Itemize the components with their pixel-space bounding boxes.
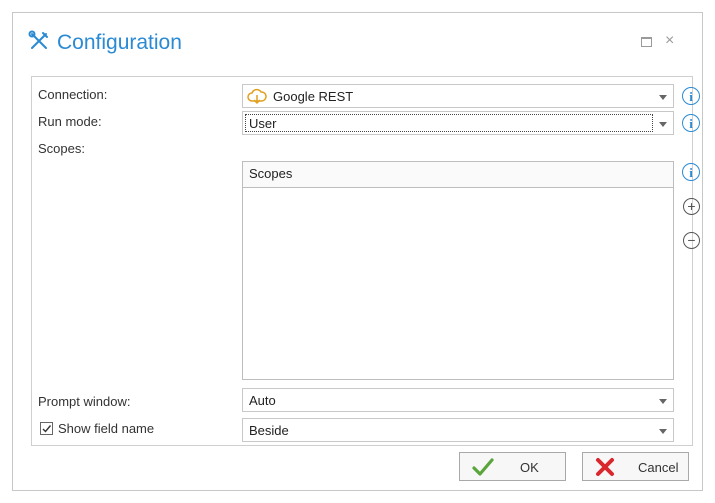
run-mode-value: User <box>249 116 277 131</box>
remove-scope-button[interactable]: − <box>683 232 700 249</box>
check-icon <box>472 458 494 476</box>
minus-icon: − <box>687 232 696 248</box>
scopes-label: Scopes: <box>38 141 85 156</box>
connection-value: Google REST <box>273 89 354 104</box>
scopes-column-header[interactable]: Scopes <box>243 162 673 188</box>
title-bar: Configuration × <box>13 13 702 69</box>
dialog-title: Configuration <box>57 31 182 54</box>
scopes-list[interactable]: Scopes <box>242 161 674 380</box>
tools-icon <box>28 30 48 49</box>
close-icon: × <box>665 32 675 49</box>
cancel-button[interactable]: Cancel <box>582 452 689 481</box>
show-field-name-label: Show field name <box>58 421 155 436</box>
connection-dropdown[interactable]: Google REST <box>242 84 674 108</box>
run-mode-label: Run mode: <box>38 114 102 129</box>
connection-info-icon[interactable]: i <box>682 87 700 105</box>
ok-button[interactable]: OK <box>459 452 566 481</box>
run-mode-info-icon[interactable]: i <box>682 114 700 132</box>
prompt-window-dropdown[interactable]: Auto <box>242 388 674 412</box>
chevron-down-icon <box>659 429 667 434</box>
plus-icon: + <box>687 198 696 214</box>
run-mode-dropdown[interactable]: User <box>242 111 674 135</box>
ok-label: OK <box>520 460 539 475</box>
maximize-icon <box>641 37 652 47</box>
cancel-label: Cancel <box>638 460 679 475</box>
chevron-down-icon <box>659 95 667 100</box>
chevron-down-icon <box>659 122 667 127</box>
show-field-name-checkbox[interactable] <box>40 422 53 435</box>
add-scope-button[interactable]: + <box>683 198 700 215</box>
checkmark-icon <box>42 425 52 433</box>
close-button[interactable]: × <box>665 32 677 49</box>
focus-outline <box>243 112 655 134</box>
cancel-x-icon <box>596 458 614 476</box>
scopes-info-icon[interactable]: i <box>682 163 700 181</box>
prompt-window-value: Auto <box>249 393 276 408</box>
prompt-window-label: Prompt window: <box>38 394 131 409</box>
show-field-name-value: Beside <box>249 423 289 438</box>
cloud-icon <box>247 88 267 105</box>
configuration-dialog: Configuration × Connection: Google REST … <box>12 12 703 491</box>
connection-label: Connection: <box>38 87 108 102</box>
maximize-button[interactable] <box>641 35 653 47</box>
chevron-down-icon <box>659 399 667 404</box>
form-panel: Connection: Google REST i Run mode: User… <box>31 76 700 446</box>
show-field-name-dropdown[interactable]: Beside <box>242 418 674 442</box>
